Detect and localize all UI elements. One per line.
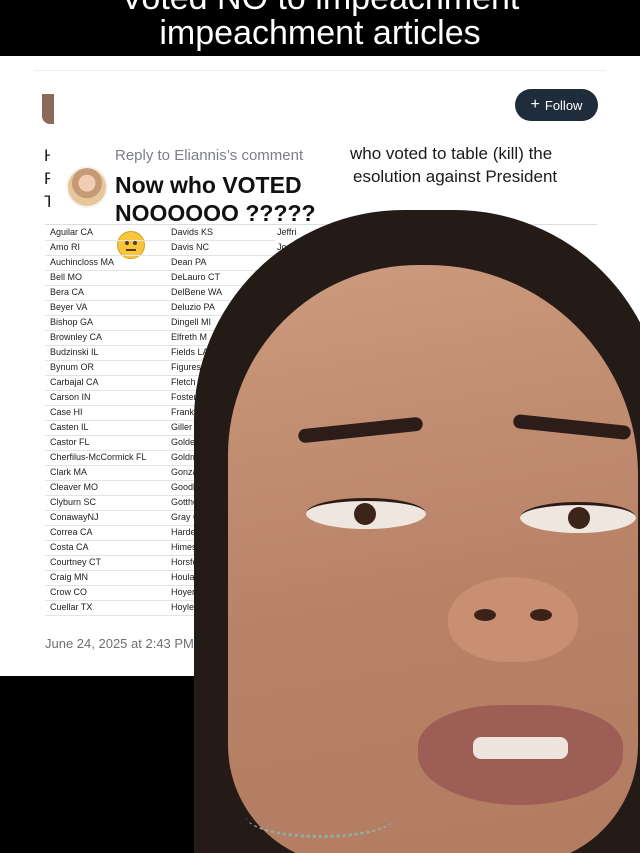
- sheet-cell: Auchincloss MA: [50, 257, 115, 267]
- sheet-cell: Budzinski IL: [50, 347, 99, 357]
- sheet-cell: Carbajal CA: [50, 377, 99, 387]
- left-nostril: [474, 609, 496, 621]
- sheet-cell: Costa CA: [50, 542, 89, 552]
- sheet-cell: Cuellar TX: [50, 602, 93, 612]
- sheet-cell: Castor FL: [50, 437, 90, 447]
- sheet-cell: Beyer VA: [50, 302, 88, 312]
- video-caption: Voted NO to impeachment impeachment arti…: [0, 0, 640, 56]
- right-nostril: [530, 609, 552, 621]
- post-text-line-2: esolution against President: [353, 167, 558, 186]
- sheet-cell: Case HI: [50, 407, 83, 417]
- sheet-cell: Bera CA: [50, 287, 85, 297]
- sheet-cell: Clyburn SC: [50, 497, 97, 507]
- sheet-cell: Clark MA: [50, 467, 88, 477]
- sheet-cell: Cleaver MO: [50, 482, 99, 492]
- left-eyebrow: [297, 416, 424, 444]
- sheet-cell: Bell MO: [50, 272, 83, 282]
- face: [228, 265, 638, 853]
- speaker-cutout: [186, 210, 640, 853]
- follow-button[interactable]: + Follow: [515, 89, 598, 121]
- left-iris: [354, 503, 376, 525]
- sheet-cell: Casten IL: [50, 422, 89, 432]
- sheet-cell: Bynum OR: [50, 362, 95, 372]
- teeth: [473, 737, 568, 759]
- left-eye: [306, 498, 426, 529]
- caption-line-2: impeachment articles: [159, 14, 481, 52]
- sheet-cell: Cherfilus-McCormick FL: [50, 452, 147, 462]
- post-divider: [34, 70, 606, 71]
- sheet-cell: Aguilar CA: [50, 227, 94, 237]
- sheet-cell: Amo RI: [50, 242, 81, 252]
- right-eyebrow: [512, 413, 632, 441]
- plus-icon: +: [530, 96, 540, 113]
- sheet-cell: Bishop GA: [50, 317, 94, 327]
- sheet-cell: Carson IN: [50, 392, 91, 402]
- right-iris: [568, 507, 590, 529]
- mouth: [418, 705, 623, 805]
- commenter-avatar: [66, 166, 108, 208]
- sheet-cell: Craig MN: [50, 572, 89, 582]
- right-eye: [520, 502, 636, 533]
- post-date-text: June 24, 2025 at 2:43 PM: [45, 636, 194, 651]
- follow-label: Follow: [544, 97, 583, 113]
- sheet-cell: Brownley CA: [50, 332, 103, 342]
- poster-avatar: [42, 94, 54, 124]
- post-text-line-1: who voted to table (kill) the: [350, 144, 553, 163]
- sheet-cell: Crow CO: [50, 587, 88, 597]
- sheet-cell: Courtney CT: [50, 557, 102, 567]
- sheet-cell: Correa CA: [50, 527, 93, 537]
- reply-to-label: Reply to Eliannis’s comment: [115, 147, 304, 164]
- sheet-cell: ConawayNJ: [50, 512, 99, 522]
- necklace: [246, 795, 396, 838]
- nose: [448, 577, 578, 662]
